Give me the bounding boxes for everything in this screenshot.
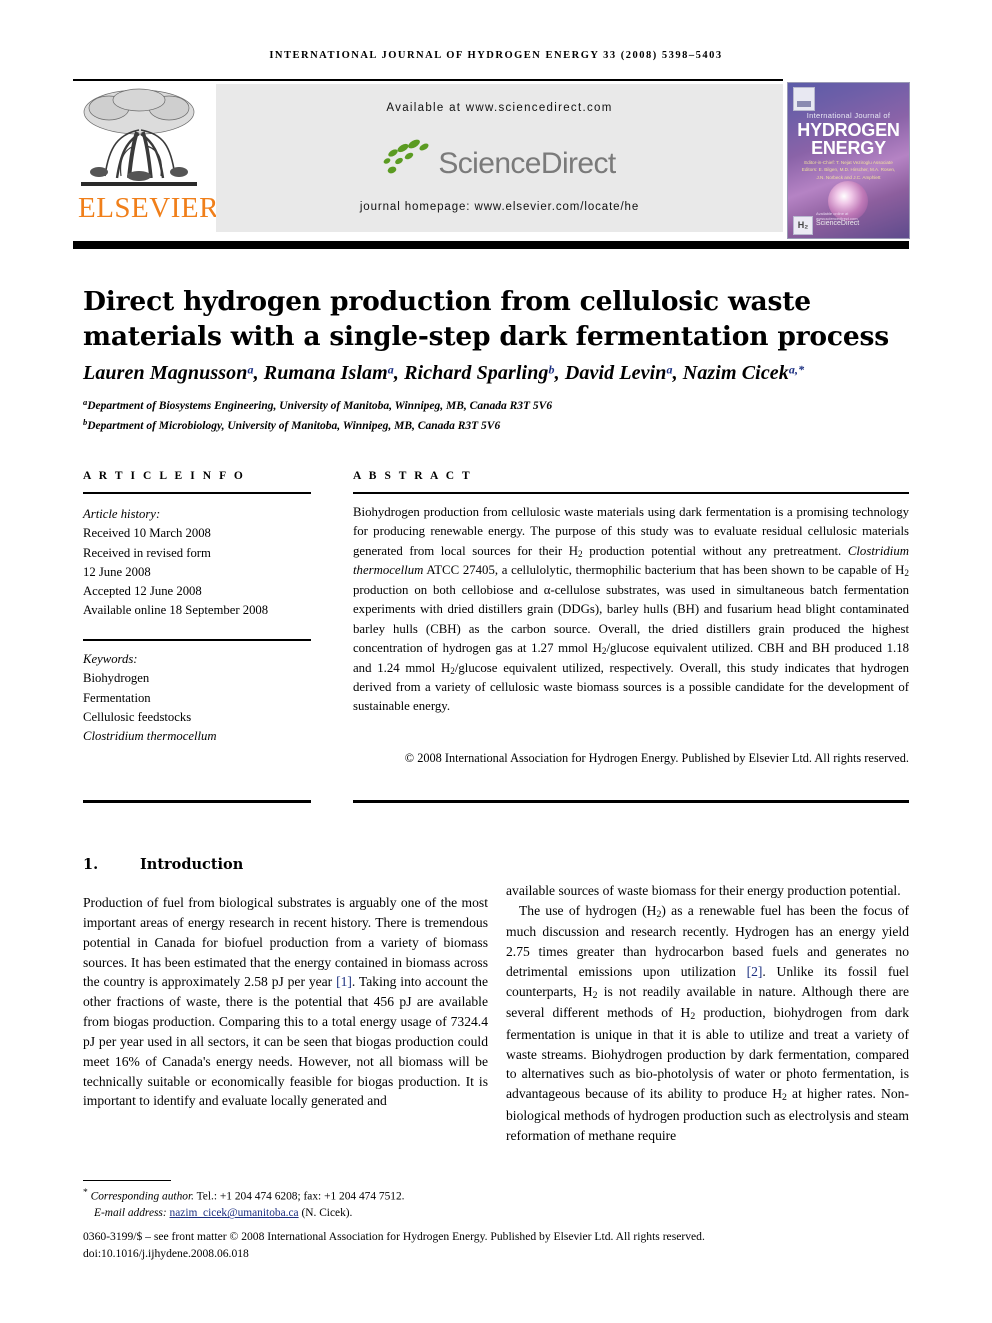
cover-editors: Editor-in-Chief: T. Nejat Veziroglu Asso… — [801, 160, 896, 180]
available-at-text: Available at www.sciencedirect.com — [386, 102, 613, 114]
cover-h2-badge: H₂ — [793, 216, 813, 235]
keywords-block: Keywords: Biohydrogen Fermentation Cellu… — [83, 650, 323, 746]
abstract-body: Biohydrogen production from cellulosic w… — [353, 505, 909, 714]
keyword-item: Cellulosic feedstocks — [83, 709, 192, 724]
cover-sciencedirect-label: ScienceDirect — [816, 220, 860, 227]
affiliation-b: bDepartment of Microbiology, University … — [83, 416, 501, 432]
journal-homepage-link[interactable]: journal homepage: www.elsevier.com/locat… — [216, 201, 783, 213]
elsevier-tree-icon — [79, 86, 199, 194]
article-page: INTERNATIONAL JOURNAL OF HYDROGEN ENERGY… — [0, 0, 992, 1323]
sciencedirect-wordmark: ScienceDirect — [438, 146, 616, 180]
affiliations: aDepartment of Biosystems Engineering, U… — [83, 396, 913, 435]
masthead: ELSEVIER Available at www.sciencedirect.… — [73, 84, 783, 234]
asterisk-marker: * — [83, 1188, 88, 1198]
keyword-item: Clostridium thermocellum — [83, 729, 217, 744]
abstract-copyright: © 2008 International Association for Hyd… — [404, 751, 909, 765]
article-info-rule-middle — [83, 639, 311, 641]
article-info-heading: A R T I C L E I N F O — [83, 470, 246, 482]
elsevier-logo[interactable]: ELSEVIER — [73, 84, 219, 234]
elsevier-wordmark: ELSEVIER — [78, 192, 219, 224]
section-title: Introduction — [140, 856, 244, 873]
abstract-rule-top — [353, 492, 909, 494]
history-item: Received in revised form — [83, 545, 211, 560]
email-link[interactable]: nazim_cicek@umanitoba.ca — [170, 1207, 299, 1219]
journal-cover-thumbnail[interactable]: International Journal of HYDROGEN ENERGY… — [787, 82, 910, 239]
cover-line1: International Journal of — [806, 111, 891, 120]
history-item: Available online 18 September 2008 — [83, 603, 269, 618]
article-info-rule-top — [83, 492, 311, 494]
masthead-top-rule — [73, 79, 783, 81]
page-title: Direct hydrogen production from cellulos… — [83, 285, 889, 353]
email-label: E-mail address: — [94, 1207, 167, 1220]
footnote-rule — [83, 1180, 171, 1182]
corresponding-author-line: * Corresponding author. Tel.: +1 204 474… — [83, 1186, 643, 1205]
imprint-block: 0360-3199/$ – see front matter © 2008 In… — [83, 1228, 913, 1263]
journal-reference: INTERNATIONAL JOURNAL OF HYDROGEN ENERGY… — [269, 50, 723, 61]
article-history: Article history: Received 10 March 2008 … — [83, 505, 323, 621]
cover-elsevier-icon — [793, 87, 815, 111]
intro-right-column: available sources of waste biomass for t… — [506, 881, 909, 1145]
issn-line: 0360-3199/$ – see front matter © 2008 In… — [83, 1230, 705, 1243]
keyword-item: Biohydrogen — [83, 671, 150, 686]
article-info-rule-bottom — [83, 800, 311, 803]
corresponding-author-contact: Tel.: +1 204 474 6208; fax: +1 204 474 7… — [196, 1190, 405, 1203]
history-item: Received 10 March 2008 — [83, 526, 211, 541]
keyword-item: Fermentation — [83, 690, 151, 705]
article-history-label: Article history: — [83, 507, 161, 521]
masthead-black-bar — [73, 241, 909, 249]
history-item: 12 June 2008 — [83, 564, 151, 579]
paragraph: The use of hydrogen (H2) as a renewable … — [506, 902, 910, 1143]
affiliation-a: aDepartment of Biosystems Engineering, U… — [83, 397, 553, 412]
email-line: E-mail address: nazim_cicek@umanitoba.ca… — [83, 1205, 643, 1222]
intro-left-column: Production of fuel from biological subst… — [83, 893, 488, 1111]
abstract-rule-bottom — [353, 800, 909, 803]
sciencedirect-logo[interactable]: ScienceDirect — [216, 139, 783, 189]
sciencedirect-leaves-icon — [383, 139, 435, 184]
sciencedirect-panel: Available at www.sciencedirect.com Scien… — [216, 84, 783, 232]
author-list: Lauren Magnussona, Rumana Islama, Richar… — [83, 362, 805, 384]
paragraph: Production of fuel from biological subst… — [83, 895, 489, 1109]
paragraph: available sources of waste biomass for t… — [506, 883, 901, 898]
footnote-block: * Corresponding author. Tel.: +1 204 474… — [83, 1186, 643, 1222]
corresponding-author-label: Corresponding author. — [90, 1190, 194, 1203]
section-number: 1. — [83, 856, 99, 873]
cover-line2: HYDROGEN — [797, 120, 900, 140]
abstract-heading: A B S T R A C T — [353, 470, 473, 482]
keywords-label: Keywords: — [83, 652, 138, 666]
cover-line3: ENERGY — [811, 138, 886, 158]
email-owner: (N. Cicek). — [301, 1207, 353, 1220]
doi-line: doi:10.1016/j.ijhydene.2008.06.018 — [83, 1247, 249, 1261]
history-item: Accepted 12 June 2008 — [83, 584, 202, 599]
